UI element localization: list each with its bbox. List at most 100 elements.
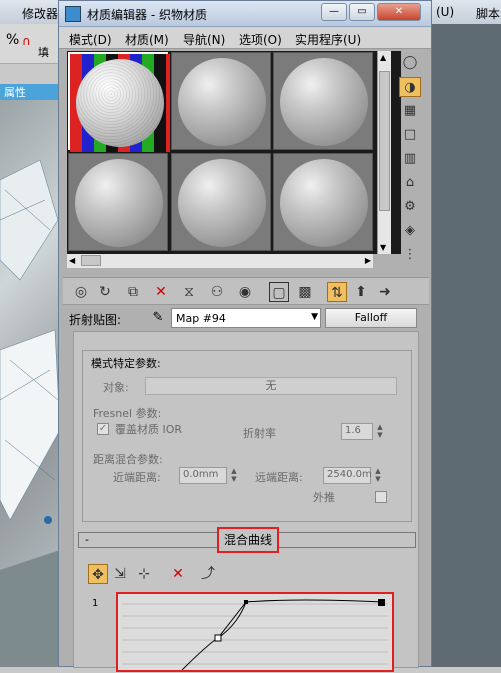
sample-slot-1[interactable] — [68, 52, 170, 152]
extrapolate-label: 外推 — [313, 491, 335, 504]
reset-curve-icon[interactable]: ⤴ — [198, 564, 218, 584]
sample-slot-3[interactable] — [273, 52, 373, 150]
sample-slot-2[interactable] — [171, 52, 271, 150]
object-label: 对象: — [103, 381, 129, 394]
bg-properties-tab[interactable]: 属性 — [0, 84, 60, 100]
sphere-preview — [178, 58, 266, 146]
object-pick-button[interactable]: 无 — [145, 377, 397, 395]
menu-options[interactable]: 选项(O) — [239, 31, 282, 48]
mode-specific-params-group: 模式特定参数: 对象: 无 Fresnel 参数: ✓ 覆盖材质 IOR 折射率… — [82, 350, 412, 522]
mix-curve-rollout-header[interactable]: - 混合曲线 — [78, 527, 416, 553]
sphere-preview — [280, 159, 368, 247]
bg-menu-script[interactable]: 脚本 — [476, 5, 500, 22]
put-to-library-icon[interactable]: ◉ — [235, 282, 255, 302]
sample-type-icon[interactable]: ◯ — [399, 53, 421, 73]
scroll-left-icon[interactable]: ◀ — [69, 256, 75, 265]
menu-mode[interactable]: 模式(D) — [69, 31, 112, 48]
curve-end-point[interactable] — [378, 599, 385, 606]
scroll-thumb[interactable] — [379, 71, 390, 211]
near-distance-spinner[interactable]: ▲ ▼ — [229, 467, 239, 484]
dropdown-arrow-icon[interactable]: ▼ — [311, 312, 318, 322]
menubar: 模式(D) 材质(M) 导航(N) 选项(O) 实用程序(U) — [59, 27, 431, 49]
make-copy-icon[interactable]: ⧖ — [179, 282, 199, 302]
add-point-icon[interactable]: ⊹ — [134, 564, 154, 584]
slots-horizontal-scrollbar[interactable]: ◀ ▶ — [67, 254, 373, 268]
collapse-toggle[interactable]: - — [85, 533, 89, 546]
minimize-button[interactable]: — — [321, 3, 347, 21]
delete-point-icon[interactable]: ✕ — [168, 564, 188, 584]
bg-menu-modifiers[interactable]: 修改器 — [22, 5, 58, 22]
far-distance-spinner[interactable]: ▲ ▼ — [373, 467, 383, 484]
material-id-channel-icon[interactable]: ▢ — [269, 282, 289, 302]
viewport-3d[interactable] — [0, 100, 60, 667]
go-forward-sibling-icon[interactable]: ➜ — [375, 282, 395, 302]
fresnel-params-title: Fresnel 参数: — [93, 407, 162, 420]
override-ior-checkbox[interactable]: ✓ — [97, 423, 109, 435]
bg-tools-label: 填 — [38, 46, 49, 59]
show-shaded-icon[interactable]: ▩ — [295, 282, 315, 302]
extrapolate-checkbox[interactable] — [375, 491, 387, 503]
mix-curve-title: 混合曲线 — [217, 527, 279, 553]
scroll-up-icon[interactable]: ▲ — [380, 53, 386, 62]
map-name-value: Map #94 — [176, 312, 226, 325]
background-checker-icon[interactable]: ▦ — [399, 101, 421, 121]
background-right-panel — [430, 24, 501, 667]
wireframe-mesh — [0, 159, 60, 667]
ior-input[interactable]: 1.6 — [341, 423, 373, 440]
sample-slot-5[interactable] — [171, 153, 271, 251]
override-ior-label: 覆盖材质 IOR — [115, 423, 183, 436]
make-preview-icon[interactable]: ⌂ — [399, 173, 421, 193]
assign-to-selection-icon[interactable]: ⧉ — [123, 282, 143, 302]
window-title: 材质编辑器 - 织物材质 — [87, 8, 207, 22]
show-end-result-icon[interactable]: ⇅ — [327, 282, 347, 302]
scale-point-icon[interactable]: ⇲ — [110, 564, 130, 584]
curve-handle[interactable] — [214, 634, 222, 642]
reset-map-icon[interactable]: ✕ — [151, 282, 171, 302]
mix-curve-graph[interactable] — [116, 592, 394, 673]
restore-button[interactable]: ▭ — [349, 3, 375, 21]
bg-menu-u[interactable]: (U) — [436, 5, 454, 19]
slots-vertical-scrollbar[interactable]: ▲ ▼ — [377, 51, 391, 254]
eyedropper-icon[interactable]: ✎ — [149, 309, 167, 327]
menu-material[interactable]: 材质(M) — [125, 31, 169, 48]
uv-tiling-icon[interactable]: □ — [399, 125, 421, 145]
side-toolbar: ◯ ◑ ▦ □ ▥ ⌂ ⚙ ◈ ⋮ — [397, 51, 423, 271]
sample-slot-6[interactable] — [273, 153, 373, 251]
scroll-down-icon[interactable]: ▼ — [380, 243, 386, 252]
map-name-field[interactable]: Map #94 ▼ — [171, 308, 321, 328]
menu-utilities[interactable]: 实用程序(U) — [295, 31, 361, 48]
backlight-icon[interactable]: ◑ — [399, 77, 421, 97]
video-color-check-icon[interactable]: ▥ — [399, 149, 421, 169]
move-point-icon[interactable]: ✥ — [88, 564, 108, 584]
go-to-parent-icon[interactable]: ⬆ — [351, 282, 371, 302]
editor-titlebar[interactable]: 材质编辑器 - 织物材质 — ▭ ✕ — [59, 1, 431, 27]
magnet-icon[interactable]: ∩ — [22, 34, 31, 48]
put-to-scene-icon[interactable]: ↻ — [95, 282, 115, 302]
hscroll-thumb[interactable] — [81, 255, 101, 266]
select-by-material-icon[interactable]: ◈ — [399, 221, 421, 241]
curve-bezier-handle[interactable] — [244, 600, 248, 604]
near-distance-label: 近端距离: — [113, 471, 161, 484]
ior-spinner[interactable]: ▲ ▼ — [375, 423, 385, 440]
sphere-preview — [280, 58, 368, 146]
menu-navigation[interactable]: 导航(N) — [183, 31, 225, 48]
near-distance-input[interactable]: 0.0mm — [179, 467, 227, 484]
curve-y-max-label: 1 — [92, 598, 99, 609]
options-icon[interactable]: ⚙ — [399, 197, 421, 217]
map-type-button[interactable]: Falloff — [325, 308, 417, 328]
sample-slots — [67, 51, 401, 254]
make-unique-icon[interactable]: ⚇ — [207, 282, 227, 302]
refraction-map-row: 折射贴图: ✎ Map #94 ▼ Falloff — [63, 307, 429, 329]
close-button[interactable]: ✕ — [377, 3, 421, 21]
scroll-right-icon[interactable]: ▶ — [365, 256, 371, 265]
material-map-navigator-icon[interactable]: ⋮ — [399, 245, 421, 265]
percent-snap-icon[interactable]: % — [6, 32, 19, 48]
ior-label: 折射率 — [243, 427, 276, 440]
parameters-panel: 模式特定参数: 对象: 无 Fresnel 参数: ✓ 覆盖材质 IOR 折射率… — [73, 331, 419, 673]
material-editor-window: 材质编辑器 - 织物材质 — ▭ ✕ 模式(D) 材质(M) 导航(N) 选项(… — [58, 0, 432, 673]
curve-toolbar: ✥ ⇲ ⊹ ✕ ⤴ — [88, 564, 388, 588]
get-material-icon[interactable]: ◎ — [71, 282, 91, 302]
refraction-map-label: 折射贴图: — [69, 313, 122, 327]
sample-slot-4[interactable] — [68, 153, 168, 251]
far-distance-input[interactable]: 2540.0m — [323, 467, 372, 484]
